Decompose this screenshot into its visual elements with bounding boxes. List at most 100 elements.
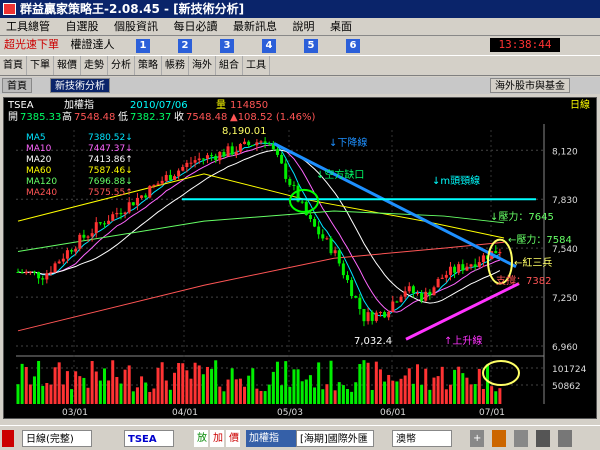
low-label: 低	[118, 110, 128, 123]
menu-help[interactable]: 說明	[287, 18, 321, 35]
menu-news[interactable]: 最新訊息	[227, 18, 283, 35]
candle-body	[115, 212, 119, 215]
candle-body	[61, 258, 65, 262]
preset-2-button[interactable]: 2	[178, 39, 192, 53]
candle-body	[201, 158, 205, 160]
candle-body	[255, 142, 259, 146]
volume-bar	[189, 378, 193, 404]
chart-panel[interactable]: TSEA 加權指 2010/07/06 量 114850 日線 開 7385.3…	[3, 97, 597, 419]
menu-watchlist[interactable]: 自選股	[60, 18, 105, 35]
candle-body	[444, 274, 448, 278]
toolbar-strategy[interactable]: 策略	[135, 56, 162, 75]
tool-icon[interactable]	[492, 430, 506, 447]
candle-body	[411, 286, 415, 294]
volume-bar	[53, 367, 57, 404]
print-icon[interactable]	[536, 430, 550, 447]
volume-bar	[94, 371, 98, 404]
volume-bar	[354, 382, 358, 404]
volume-bar	[358, 364, 362, 404]
candle-body	[238, 143, 242, 152]
main-toolbar: 首頁 下單 報價 走勢 分析 策略 帳務 海外 組合 工具	[0, 55, 600, 76]
toolbar-combo[interactable]: 組合	[216, 56, 243, 75]
ma-legend-name: MA120	[26, 177, 57, 187]
warrant-button[interactable]: 權證達人	[67, 36, 119, 54]
fast-order-button[interactable]: 超光速下單	[0, 36, 63, 54]
volume-bar	[440, 366, 444, 404]
edit-icon[interactable]	[514, 430, 528, 447]
volume-bar	[164, 380, 168, 404]
x-axis-labels: 03/01 04/01 05/03 06/01 07/01	[62, 408, 505, 418]
toolbar-order[interactable]: 下單	[27, 56, 54, 75]
volume-bar	[127, 365, 131, 404]
candle-body	[263, 141, 267, 144]
plus-icon[interactable]: +	[470, 430, 484, 447]
volume-bar	[144, 382, 148, 404]
volume-bar	[399, 378, 403, 404]
vol-tick-label: 50862	[552, 382, 581, 392]
volume-bar	[20, 363, 24, 404]
candle-body	[243, 141, 247, 144]
volume-bar	[494, 391, 498, 404]
candle-body	[358, 297, 362, 310]
price-button[interactable]: 價	[226, 430, 240, 447]
add-button[interactable]: 加	[210, 430, 224, 447]
volume-bar	[102, 368, 106, 404]
volume-bar	[123, 369, 127, 404]
preset-5-button[interactable]: 5	[304, 39, 318, 53]
y-tick-label: 7,540	[552, 245, 578, 255]
ma-legend-value: 7413.86↑	[88, 155, 133, 165]
toolbar-account[interactable]: 帳務	[162, 56, 189, 75]
volume-bar	[337, 382, 341, 404]
candlestick-chart[interactable]: TSEA 加權指 2010/07/06 量 114850 日線 開 7385.3…	[4, 98, 596, 418]
volume-bar	[374, 361, 378, 404]
toolbar-quote[interactable]: 報價	[54, 56, 81, 75]
preset-4-button[interactable]: 4	[262, 39, 276, 53]
toolbar-overseas[interactable]: 海外	[189, 56, 216, 75]
volume-bar	[201, 374, 205, 404]
preset-6-button[interactable]: 6	[346, 39, 360, 53]
toolbar-home[interactable]: 首頁	[0, 56, 27, 75]
zoom-button[interactable]: 放	[194, 430, 208, 447]
down-line-label: ↓下降線	[329, 136, 367, 149]
symbol-input[interactable]: TSEA	[124, 430, 174, 447]
ma-line-ma120	[17, 210, 505, 252]
volume-bar	[111, 360, 115, 404]
toolbar-analysis[interactable]: 分析	[108, 56, 135, 75]
volume-bar	[49, 384, 53, 404]
open-label: 開	[8, 111, 18, 123]
volume-bar	[16, 384, 20, 404]
volume-bar	[341, 385, 345, 404]
volume-bar	[325, 384, 329, 404]
volume-bar	[255, 388, 259, 404]
ma-legend-name: MA10	[26, 144, 52, 154]
preset-3-button[interactable]: 3	[220, 39, 234, 53]
tab-tech-analysis[interactable]: 新技術分析	[50, 78, 110, 93]
candle-body	[366, 312, 370, 322]
ma-legend-name: MA240	[26, 188, 57, 198]
toolbar-trend[interactable]: 走勢	[81, 56, 108, 75]
menu-stock-info[interactable]: 個股資訊	[108, 18, 164, 35]
candle-body	[152, 184, 156, 186]
volume-bar	[24, 366, 28, 404]
menu-tools[interactable]: 工具總管	[0, 18, 56, 35]
candle-body	[304, 201, 308, 216]
menu-desktop[interactable]: 桌面	[324, 18, 358, 35]
tab-foreign-market[interactable]: 海外股市與基金	[490, 78, 570, 93]
period-select[interactable]: 日線(完整)	[22, 430, 92, 447]
menu-daily[interactable]: 每日必讀	[168, 18, 224, 35]
tab-strip: 首頁 新技術分析 海外股市與基金	[0, 77, 600, 94]
y-tick-label: 7,250	[552, 294, 578, 304]
volume-bar	[251, 368, 255, 404]
tab-home[interactable]: 首頁	[2, 78, 32, 93]
preset-1-button[interactable]: 1	[136, 39, 150, 53]
prev-icon[interactable]	[2, 430, 14, 447]
candle-body	[193, 160, 197, 163]
market-select[interactable]: [海期]國際外匯	[296, 430, 374, 447]
currency-select[interactable]: 澳幣	[392, 430, 452, 447]
candle-body	[210, 155, 214, 157]
settings-icon[interactable]	[558, 430, 572, 447]
volume-bar	[308, 375, 312, 404]
toolbar-tools[interactable]: 工具	[243, 56, 270, 75]
clock-display: 13:38:44	[490, 38, 560, 52]
x-tick-label: 03/01	[62, 408, 88, 418]
